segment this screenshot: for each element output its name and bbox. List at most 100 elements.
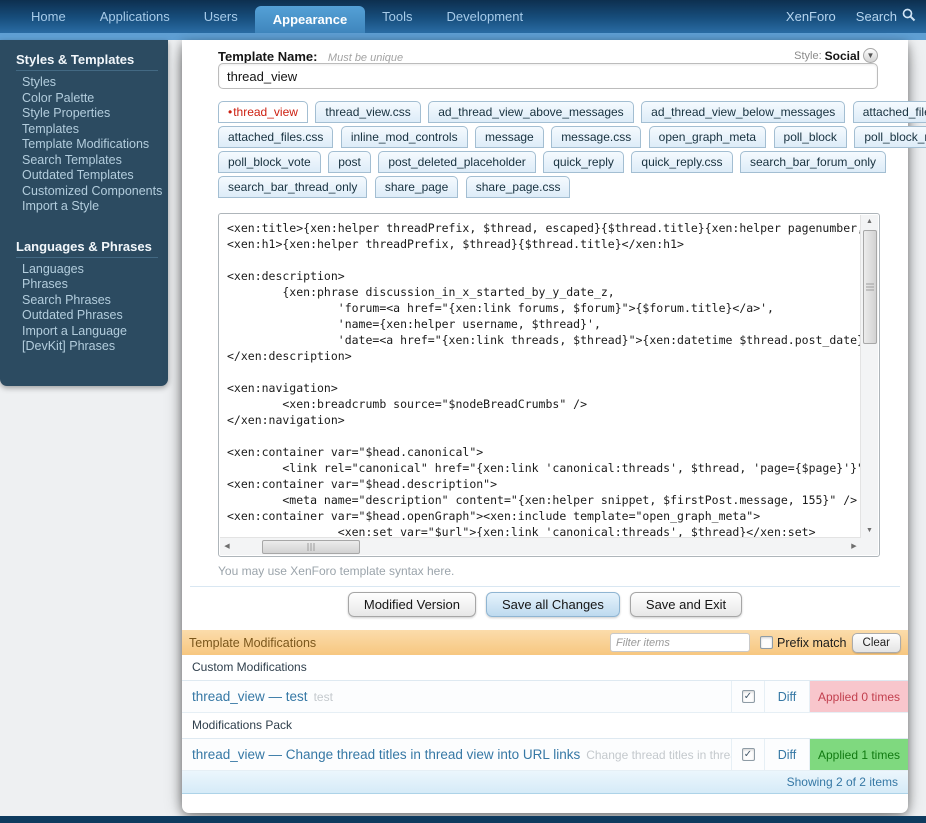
- filter-items-input[interactable]: [610, 633, 750, 652]
- nav-menu: Home Applications Users Appearance Tools…: [0, 0, 540, 33]
- code-line: </xen:description>: [227, 348, 859, 364]
- sidebar-item-search-templates[interactable]: Search Templates: [22, 153, 168, 169]
- nav-item-home[interactable]: Home: [14, 0, 83, 33]
- showing-items-footer: Showing 2 of 2 items: [182, 771, 908, 794]
- tab-ad-thread-view-below-messages[interactable]: ad_thread_view_below_messages: [641, 101, 845, 123]
- modified-version-button[interactable]: Modified Version: [348, 592, 476, 617]
- code-line: <xen:breadcrumb source="$nodeBreadCrumbs…: [227, 396, 859, 412]
- tab-inline-mod-controls[interactable]: inline_mod_controls: [341, 126, 468, 148]
- nav-item-appearance[interactable]: Appearance: [255, 6, 365, 33]
- template-tabs: •thread_view thread_view.css ad_thread_v…: [218, 101, 888, 201]
- sidebar-item-import-a-language[interactable]: Import a Language: [22, 324, 168, 340]
- nav-item-development[interactable]: Development: [430, 0, 541, 33]
- sidebar-item-languages[interactable]: Languages: [22, 262, 168, 278]
- xenforo-admin-screen: Home Applications Users Appearance Tools…: [0, 0, 926, 823]
- nav-item-applications[interactable]: Applications: [83, 0, 187, 33]
- tab-attached-files[interactable]: attached_files: [853, 101, 926, 123]
- tab-message-css[interactable]: message.css: [551, 126, 641, 148]
- code-line: <link rel="canonical" href="{xen:link 'c…: [227, 460, 859, 476]
- sidebar-item-templates[interactable]: Templates: [22, 122, 168, 138]
- tab-quick-reply[interactable]: quick_reply: [543, 151, 624, 173]
- enabled-checkbox[interactable]: ✓: [742, 748, 755, 761]
- code-line: <xen:container var="$head.description">: [227, 476, 859, 492]
- modification-row: thread_view — test test ✓ Diff Applied 0…: [182, 681, 908, 713]
- sidebar-item-outdated-phrases[interactable]: Outdated Phrases: [22, 308, 168, 324]
- code-line: <xen:title>{xen:helper threadPrefix, $th…: [227, 220, 859, 236]
- sidebar-item-template-modifications[interactable]: Template Modifications: [22, 137, 168, 153]
- code-line: <xen:h1>{xen:helper threadPrefix, $threa…: [227, 236, 859, 252]
- diff-link[interactable]: Diff: [778, 748, 797, 762]
- code-line: [227, 252, 859, 268]
- modification-description: Change thread titles in thread: [586, 748, 731, 762]
- tab-share-page-css[interactable]: share_page.css: [466, 176, 571, 198]
- modification-link[interactable]: thread_view — test: [192, 689, 308, 704]
- nav-right: XenForo Search: [786, 0, 916, 33]
- vertical-scrollbar-thumb[interactable]: [863, 230, 877, 344]
- scroll-left-icon[interactable]: ◀: [220, 538, 234, 555]
- navbar-accent-strip: [0, 33, 926, 40]
- style-value: Social: [825, 49, 860, 63]
- sidebar-item-customized-components[interactable]: Customized Components: [22, 184, 168, 200]
- top-navbar: Home Applications Users Appearance Tools…: [0, 0, 926, 33]
- modifications-list: Custom Modifications thread_view — test …: [182, 655, 908, 794]
- code-line: <xen:container var="$head.openGraph"><xe…: [227, 508, 859, 524]
- nav-item-users[interactable]: Users: [187, 0, 255, 33]
- sidebar-item-style-properties[interactable]: Style Properties: [22, 106, 168, 122]
- sidebar-item-devkit-phrases[interactable]: [DevKit] Phrases: [22, 339, 168, 355]
- tab-poll-block-result[interactable]: poll_block_result: [854, 126, 926, 148]
- code-textarea[interactable]: <xen:title>{xen:helper threadPrefix, $th…: [220, 215, 861, 538]
- scroll-up-icon[interactable]: ▲: [861, 215, 878, 229]
- sidebar-section-styles-templates: Styles & Templates Styles Color Palette …: [0, 50, 168, 215]
- sidebar-item-color-palette[interactable]: Color Palette: [22, 91, 168, 107]
- sidebar-item-import-a-style[interactable]: Import a Style: [22, 199, 168, 215]
- tab-poll-block-vote[interactable]: poll_block_vote: [218, 151, 321, 173]
- tab-open-graph-meta[interactable]: open_graph_meta: [649, 126, 766, 148]
- tab-quick-reply-css[interactable]: quick_reply.css: [631, 151, 732, 173]
- prefix-match-checkbox[interactable]: [760, 636, 773, 649]
- tab-share-page[interactable]: share_page: [375, 176, 458, 198]
- template-modifications-title: Template Modifications: [189, 636, 610, 650]
- tab-ad-thread-view-above-messages[interactable]: ad_thread_view_above_messages: [428, 101, 633, 123]
- tab-thread-view[interactable]: •thread_view: [218, 101, 308, 123]
- scrollbar-corner: [861, 538, 878, 555]
- horizontal-scrollbar-thumb[interactable]: [262, 540, 360, 554]
- modification-row: thread_view — Change thread titles in th…: [182, 739, 908, 771]
- tab-post[interactable]: post: [328, 151, 371, 173]
- brand-link[interactable]: XenForo: [786, 9, 836, 24]
- save-all-changes-button[interactable]: Save all Changes: [486, 592, 620, 617]
- scroll-down-icon[interactable]: ▼: [861, 524, 878, 538]
- vertical-scrollbar[interactable]: ▲ ▼: [860, 215, 878, 538]
- tab-thread-view-css[interactable]: thread_view.css: [315, 101, 420, 123]
- diff-link[interactable]: Diff: [778, 690, 797, 704]
- template-name-header: Template Name: Must be unique Style: Soc…: [218, 48, 878, 64]
- clear-filter-button[interactable]: Clear: [852, 633, 901, 653]
- tab-search-bar-thread-only[interactable]: search_bar_thread_only: [218, 176, 367, 198]
- horizontal-scrollbar[interactable]: ◀ ▶: [220, 537, 861, 555]
- code-line: [227, 428, 859, 444]
- enabled-checkbox[interactable]: ✓: [742, 690, 755, 703]
- main-panel: Template Name: Must be unique Style: Soc…: [182, 40, 908, 813]
- sidebar-item-search-phrases[interactable]: Search Phrases: [22, 293, 168, 309]
- template-name-label: Template Name:: [218, 49, 317, 64]
- action-buttons: Modified Version Save all Changes Save a…: [182, 592, 908, 617]
- tab-message[interactable]: message: [475, 126, 544, 148]
- sidebar-item-phrases[interactable]: Phrases: [22, 277, 168, 293]
- search-link[interactable]: Search: [856, 8, 916, 25]
- tab-search-bar-forum-only[interactable]: search_bar_forum_only: [740, 151, 886, 173]
- code-line: <xen:description>: [227, 268, 859, 284]
- page-footer-strip: [0, 816, 926, 823]
- modification-link[interactable]: thread_view — Change thread titles in th…: [192, 747, 580, 762]
- nav-item-tools[interactable]: Tools: [365, 0, 429, 33]
- tab-post-deleted-placeholder[interactable]: post_deleted_placeholder: [378, 151, 535, 173]
- template-name-input[interactable]: [218, 63, 878, 89]
- save-and-exit-button[interactable]: Save and Exit: [630, 592, 742, 617]
- scroll-right-icon[interactable]: ▶: [847, 538, 861, 555]
- style-selector: Style: Social ▼: [794, 48, 878, 63]
- sidebar-item-outdated-templates[interactable]: Outdated Templates: [22, 168, 168, 184]
- style-dropdown-icon[interactable]: ▼: [863, 48, 878, 63]
- group-header-modifications-pack: Modifications Pack: [182, 713, 908, 739]
- tab-poll-block[interactable]: poll_block: [774, 126, 847, 148]
- sidebar-item-styles[interactable]: Styles: [22, 75, 168, 91]
- status-badge-applied-0-times: Applied 0 times: [809, 681, 908, 712]
- tab-attached-files-css[interactable]: attached_files.css: [218, 126, 333, 148]
